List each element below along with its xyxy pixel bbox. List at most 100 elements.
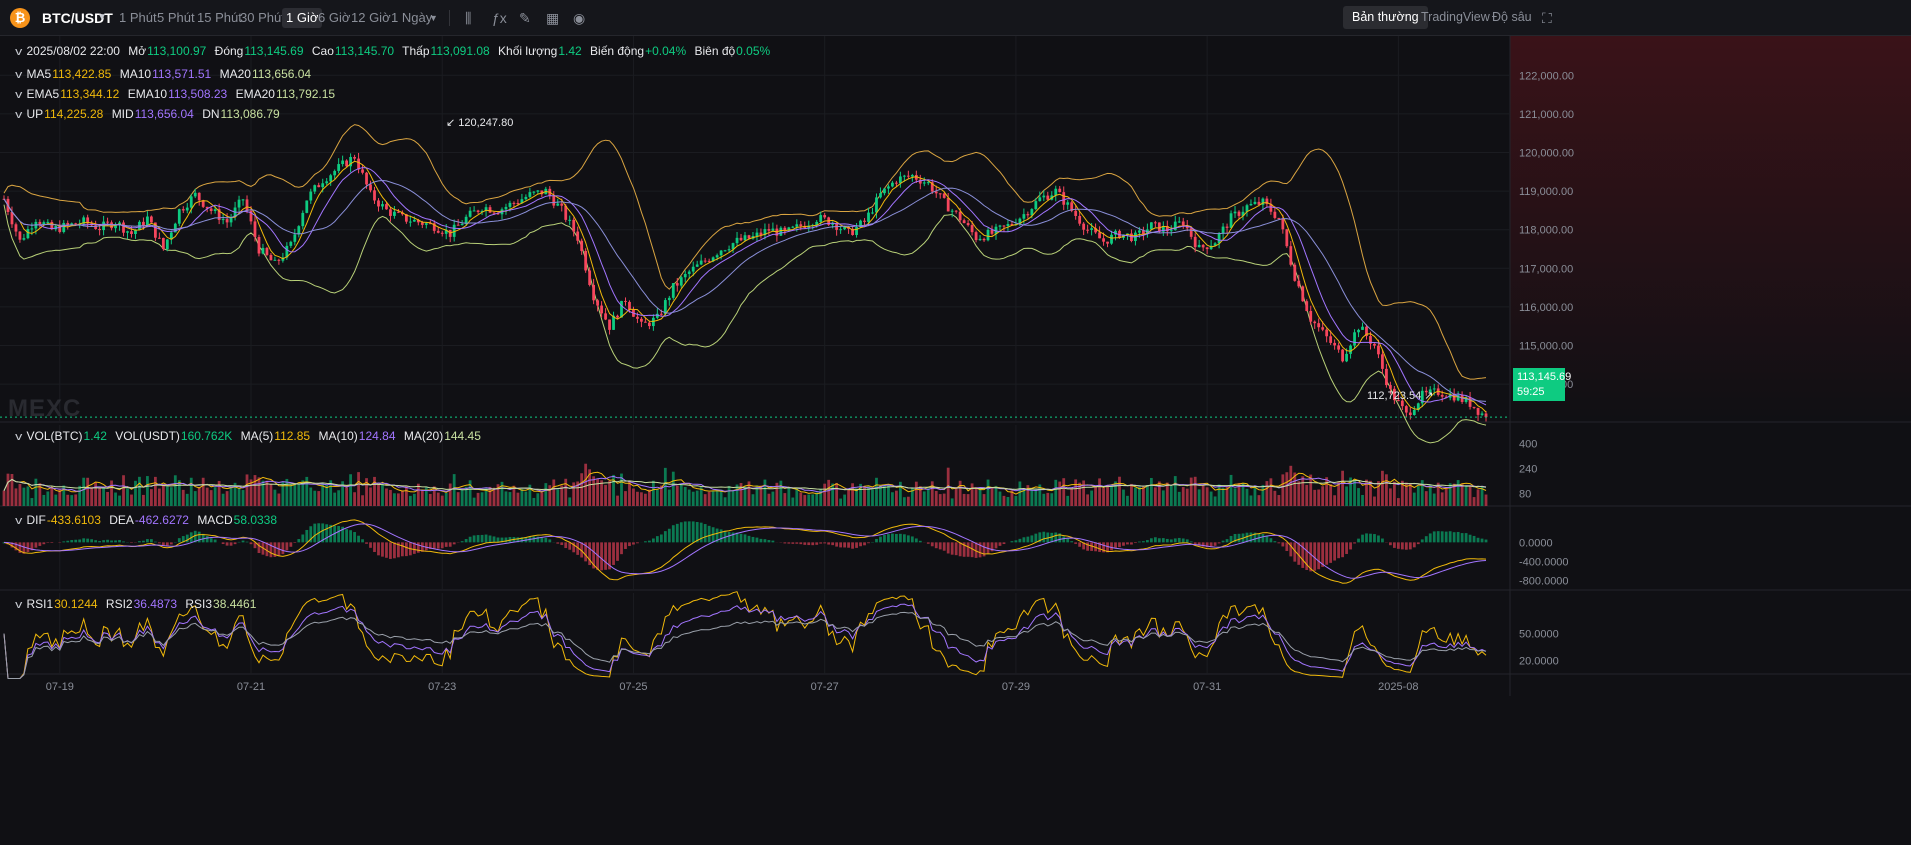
macd-histogram-bar bbox=[895, 533, 898, 543]
volume-bar bbox=[377, 484, 380, 506]
macd-histogram-bar bbox=[1225, 539, 1229, 543]
fullscreen-icon[interactable]: ⛶ bbox=[1542, 0, 1552, 36]
candle-body bbox=[659, 313, 663, 315]
volume-bar bbox=[26, 486, 30, 506]
macd-histogram-bar bbox=[66, 540, 70, 543]
macd-histogram-bar bbox=[1022, 537, 1026, 543]
candle-type-icon[interactable]: ⫼ bbox=[465, 0, 471, 36]
candle-body bbox=[779, 227, 783, 236]
volume-bar bbox=[34, 478, 38, 506]
candle-body bbox=[636, 316, 639, 319]
chevron-down-icon[interactable]: v bbox=[15, 597, 22, 613]
volume-bar bbox=[245, 474, 249, 506]
macd-histogram-bar bbox=[484, 534, 488, 543]
chevron-down-icon[interactable]: ▼ bbox=[429, 0, 438, 36]
candle-body bbox=[695, 264, 699, 267]
macd-histogram-bar bbox=[835, 542, 839, 547]
candle-body bbox=[883, 188, 886, 194]
volume-bar bbox=[1468, 485, 1472, 506]
volume-bar bbox=[942, 493, 946, 506]
macd-histogram-bar bbox=[78, 539, 82, 543]
view-depth[interactable]: Độ sâu bbox=[1483, 6, 1541, 29]
candle-body bbox=[528, 192, 532, 197]
volume-bar bbox=[711, 490, 715, 506]
candle-body bbox=[938, 193, 942, 195]
chevron-down-icon[interactable]: v bbox=[15, 513, 22, 529]
macd-histogram-bar bbox=[1122, 542, 1125, 546]
volume-bar bbox=[1448, 483, 1452, 506]
timeframe-12h[interactable]: 12 Giờ bbox=[351, 0, 391, 36]
macd-histogram-bar bbox=[946, 542, 950, 554]
macd-histogram-bar bbox=[934, 542, 938, 549]
volume-bar bbox=[269, 483, 273, 506]
volume-bar bbox=[1138, 487, 1141, 506]
volume-bar bbox=[1385, 474, 1388, 506]
candle-body bbox=[735, 237, 739, 244]
candle-body bbox=[456, 224, 460, 226]
volume-bar bbox=[1090, 490, 1094, 506]
candle-body bbox=[1197, 244, 1201, 248]
candle-body bbox=[1313, 321, 1317, 324]
indicator-icon[interactable]: ƒx bbox=[492, 0, 507, 36]
macd-histogram-bar bbox=[827, 542, 831, 545]
volume-bar bbox=[46, 491, 50, 506]
volume-bar bbox=[1185, 488, 1189, 506]
chevron-down-icon[interactable]: ▼ bbox=[97, 0, 107, 36]
macd-histogram-bar bbox=[313, 523, 317, 543]
volume-bar bbox=[305, 476, 309, 506]
candle-body bbox=[771, 228, 775, 231]
chevron-down-icon[interactable]: v bbox=[15, 87, 22, 103]
volume-bar bbox=[293, 483, 297, 506]
macd-histogram-bar bbox=[1309, 542, 1313, 572]
timeframe-1d[interactable]: 1 Ngày bbox=[391, 0, 432, 36]
volume-bar bbox=[428, 493, 432, 506]
macd-histogram-bar bbox=[1002, 542, 1006, 545]
volume-bar bbox=[102, 488, 105, 506]
macd-histogram-bar bbox=[289, 542, 293, 547]
timeframe-6h[interactable]: 6 Giờ bbox=[318, 0, 350, 36]
chevron-down-icon[interactable]: v bbox=[15, 429, 22, 445]
volume-bar bbox=[205, 487, 209, 506]
volume-bar bbox=[632, 488, 635, 506]
volume-bar bbox=[169, 487, 173, 506]
macd-histogram-bar bbox=[257, 542, 261, 554]
timeframe-1h[interactable]: 1 Giờ bbox=[282, 8, 323, 28]
timeframe-30m[interactable]: 30 Phút bbox=[240, 0, 285, 36]
volume-bar bbox=[10, 474, 14, 506]
volume-bar bbox=[1209, 491, 1213, 506]
volume-bar bbox=[703, 494, 707, 506]
macd-histogram-bar bbox=[138, 541, 141, 543]
macd-histogram-bar bbox=[540, 537, 544, 543]
volume-bar bbox=[564, 478, 568, 506]
volume-legend: v VOL(BTC)1.42 VOL(USDT)160.762K MA(5)112… bbox=[15, 428, 486, 445]
candle-body bbox=[1066, 202, 1070, 205]
ema10-label: EMA10 bbox=[127, 87, 168, 101]
draw-icon[interactable]: ✎ bbox=[519, 0, 531, 36]
chevron-down-icon[interactable]: v bbox=[15, 107, 22, 123]
macd-histogram-bar bbox=[675, 523, 679, 543]
timeframe-1m[interactable]: 1 Phút bbox=[119, 0, 157, 36]
macd-histogram-bar bbox=[185, 534, 189, 543]
candle-body bbox=[1440, 394, 1444, 397]
layout-icon[interactable]: ▦ bbox=[546, 0, 559, 36]
volume-bar bbox=[1269, 478, 1273, 506]
macd-histogram-bar bbox=[1229, 535, 1233, 543]
camera-icon[interactable]: ◉ bbox=[573, 0, 585, 36]
volume-bar bbox=[165, 486, 169, 506]
volume-bar bbox=[1142, 486, 1145, 506]
chevron-down-icon[interactable]: v bbox=[15, 44, 22, 60]
timeframe-5m[interactable]: 5 Phút bbox=[157, 0, 195, 36]
chevron-down-icon[interactable]: v bbox=[15, 67, 22, 83]
macd-histogram-bar bbox=[787, 542, 791, 544]
macd-histogram-bar bbox=[1353, 542, 1356, 544]
macd-histogram-bar bbox=[655, 536, 659, 543]
macd-histogram-bar bbox=[1169, 539, 1173, 543]
vol-ma20-label: MA(20) bbox=[403, 429, 444, 443]
candle-body bbox=[66, 222, 70, 225]
candle-body bbox=[1309, 310, 1313, 322]
macd-histogram-bar bbox=[954, 542, 958, 556]
timeframe-15m[interactable]: 15 Phút bbox=[197, 0, 242, 36]
macd-histogram-bar bbox=[241, 540, 245, 543]
rsi2-label: RSI2 bbox=[105, 597, 133, 611]
macd-histogram-bar bbox=[863, 542, 866, 546]
